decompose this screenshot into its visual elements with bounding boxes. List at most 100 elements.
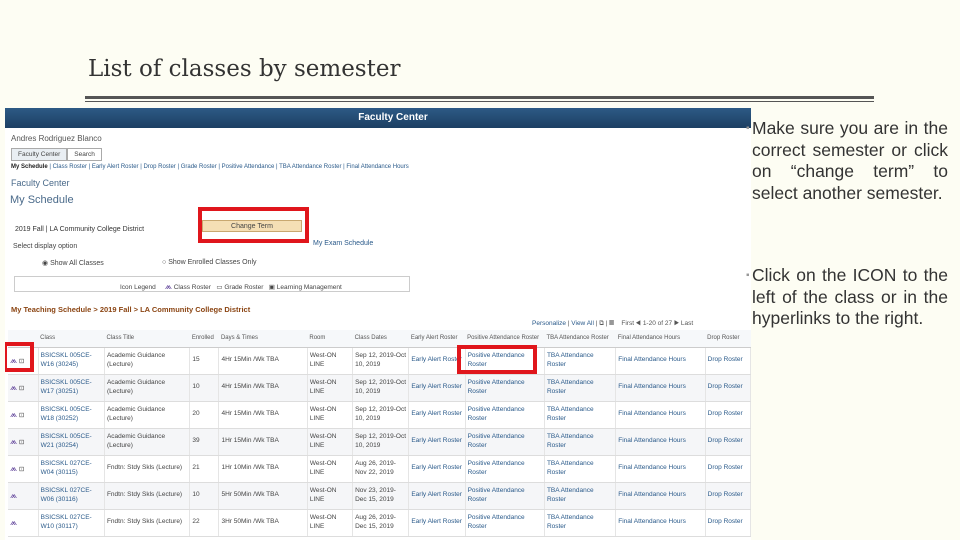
class-link[interactable]: BSICSKL 005CE-W17 (30251) [38, 374, 105, 402]
tba-attendance-link[interactable]: TBA Attendance Roster [544, 347, 617, 375]
tba-attendance-link[interactable]: TBA Attendance Roster [544, 455, 617, 483]
positive-attendance-link[interactable]: Positive Attendance Roster [465, 509, 545, 537]
drop-roster-link[interactable]: Drop Roster [705, 428, 751, 456]
final-attendance-link[interactable]: Final Attendance Hours [615, 428, 706, 456]
enrolled: 21 [189, 455, 220, 483]
user-name: Andres Rodriguez Blanco [11, 134, 102, 143]
class-roster-icon[interactable]: ⩕ [10, 490, 17, 500]
positive-attendance-link[interactable]: Positive Attendance Roster [465, 455, 545, 483]
class-link[interactable]: BSICSKL 027CE-W06 (30116) [38, 482, 105, 510]
early-alert-link[interactable]: Early Alert Roster [408, 401, 466, 429]
early-alert-link[interactable]: Early Alert Roster [408, 428, 466, 456]
drop-roster-link[interactable]: Drop Roster [705, 482, 751, 510]
early-alert-link[interactable]: Early Alert Roster [408, 455, 466, 483]
tba-attendance-link[interactable]: TBA Attendance Roster [544, 374, 617, 402]
drop-roster-link[interactable]: Drop Roster [705, 401, 751, 429]
enrolled: 15 [189, 347, 220, 375]
drop-roster-link[interactable]: Drop Roster [705, 509, 751, 537]
class-roster-icon[interactable]: ⩕ [10, 409, 17, 419]
class-roster-icon[interactable]: ⩕ [10, 382, 17, 392]
class-dates: Sep 12, 2019-Oct 10, 2019 [352, 347, 410, 375]
tabs: Faculty Center Search [11, 148, 102, 161]
table-row: ⩕ ⊡ BSICSKL 005CE-W16 (30245) Academic Gui… [8, 347, 751, 375]
grade-roster-icon[interactable]: ⊡ [19, 412, 24, 419]
positive-attendance-link[interactable]: Positive Attendance Roster [465, 482, 545, 510]
breadcrumb: My Teaching Schedule > 2019 Fall > LA Co… [11, 305, 251, 314]
final-attendance-link[interactable]: Final Attendance Hours [615, 401, 706, 429]
class-link[interactable]: BSICSKL 027CE-W04 (30115) [38, 455, 105, 483]
radio-show-enrolled[interactable]: ○ Show Enrolled Classes Only [162, 259, 257, 266]
bullet-1: ▪ Make sure you are in the correct semest… [746, 118, 948, 203]
column-header: Class Title [104, 330, 190, 348]
highlight-box [5, 342, 34, 372]
tba-attendance-link[interactable]: TBA Attendance Roster [544, 509, 617, 537]
positive-attendance-link[interactable]: Positive Attendance Roster [465, 428, 545, 456]
exam-schedule-link[interactable]: My Exam Schedule [313, 240, 373, 247]
personalize-link[interactable]: Personalize [532, 320, 566, 327]
icon-legend: Icon Legend ⩕ Class Roster ▭ Grade Roste… [14, 276, 410, 292]
nav-link[interactable]: Early Alert Roster [92, 164, 139, 170]
grade-roster-icon: ▭ [216, 284, 223, 291]
tba-attendance-link[interactable]: TBA Attendance Roster [544, 401, 617, 429]
tab-search[interactable]: Search [67, 148, 102, 161]
view-all-link[interactable]: View All [571, 320, 594, 327]
final-attendance-link[interactable]: Final Attendance Hours [615, 347, 706, 375]
table-row: ⩕ BSICSKL 027CE-W06 (30116) Fndtn: Stdy Sk… [8, 482, 751, 510]
enrolled: 39 [189, 428, 220, 456]
class-title: Academic Guidance (Lecture) [104, 347, 191, 375]
radio-show-all[interactable]: ◉ Show All Classes [42, 259, 104, 267]
nav-link[interactable]: Positive Attendance [222, 164, 275, 170]
highlight-box [198, 207, 309, 243]
class-link[interactable]: BSICSKL 005CE-W16 (30245) [38, 347, 105, 375]
days-times: 1Hr 15Min /Wk TBA [218, 428, 308, 456]
class-link[interactable]: BSICSKL 005CE-W18 (30252) [38, 401, 105, 429]
positive-attendance-link[interactable]: Positive Attendance Roster [465, 401, 545, 429]
positive-attendance-link[interactable]: Positive Attendance Roster [465, 374, 545, 402]
schedule-table: Class Class Title Enrolled Days & Times Room… [8, 330, 751, 537]
nav-link[interactable]: Final Attendance Hours [346, 164, 408, 170]
divider [85, 96, 874, 99]
early-alert-link[interactable]: Early Alert Roster [408, 482, 466, 510]
table-row: ⩕ BSICSKL 027CE-W10 (30117) Fndtn: Stdy Sk… [8, 509, 751, 537]
nav-link[interactable]: Grade Roster [181, 164, 217, 170]
column-header: Days & Times [218, 330, 308, 348]
final-attendance-link[interactable]: Final Attendance Hours [615, 374, 706, 402]
class-roster-icon[interactable]: ⩕ [10, 517, 17, 527]
class-link[interactable]: BSICSKL 005CE-W21 (30254) [38, 428, 105, 456]
grade-roster-icon[interactable]: ⊡ [19, 439, 24, 446]
nav-link[interactable]: Class Roster [53, 164, 87, 170]
radio-label: Show Enrolled Classes Only [168, 259, 257, 266]
row-icons: ⩕ [8, 509, 39, 537]
final-attendance-link[interactable]: Final Attendance Hours [615, 509, 706, 537]
nav-link[interactable]: My Schedule [11, 164, 48, 170]
tba-attendance-link[interactable]: TBA Attendance Roster [544, 428, 617, 456]
nav-link[interactable]: TBA Attendance Roster [279, 164, 341, 170]
early-alert-link[interactable]: Early Alert Roster [408, 509, 466, 537]
class-link[interactable]: BSICSKL 027CE-W10 (30117) [38, 509, 105, 537]
early-alert-link[interactable]: Early Alert Roster [408, 374, 466, 402]
drop-roster-link[interactable]: Drop Roster [705, 374, 751, 402]
first-link[interactable]: First [621, 320, 634, 327]
class-title: Academic Guidance (Lecture) [104, 401, 191, 429]
days-times: 4Hr 15Min /Wk TBA [218, 401, 308, 429]
class-roster-icon[interactable]: ⩕ [10, 463, 17, 473]
days-times: 1Hr 10Min /Wk TBA [218, 455, 308, 483]
drop-roster-link[interactable]: Drop Roster [705, 347, 751, 375]
last-link[interactable]: Last [681, 320, 693, 327]
grade-roster-icon[interactable]: ⊡ [19, 466, 24, 473]
row-icons: ⩕ ⊡ [8, 455, 39, 483]
tab-faculty-center[interactable]: Faculty Center [11, 148, 68, 161]
legend-lms: Learning Management [276, 284, 342, 291]
final-attendance-link[interactable]: Final Attendance Hours [615, 455, 706, 483]
final-attendance-link[interactable]: Final Attendance Hours [615, 482, 706, 510]
nav-link[interactable]: Drop Roster [143, 164, 175, 170]
learning-management-icon: ▣ [268, 284, 275, 291]
class-title: Academic Guidance (Lecture) [104, 374, 191, 402]
room: West-ON LINE [307, 428, 354, 456]
enrolled: 10 [189, 374, 220, 402]
class-roster-icon[interactable]: ⩕ [10, 436, 17, 446]
drop-roster-link[interactable]: Drop Roster [705, 455, 751, 483]
grade-roster-icon[interactable]: ⊡ [19, 385, 24, 392]
days-times: 4Hr 15Min /Wk TBA [218, 374, 308, 402]
tba-attendance-link[interactable]: TBA Attendance Roster [544, 482, 617, 510]
